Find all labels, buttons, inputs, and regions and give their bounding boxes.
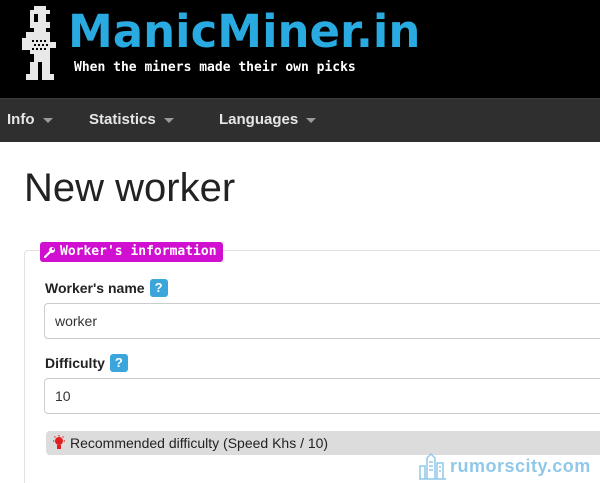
caret-down-icon <box>306 117 317 123</box>
miner-pixel-icon[interactable] <box>22 6 56 84</box>
worker-name-help-button[interactable]: ? <box>149 279 168 297</box>
caret-down-icon <box>163 117 174 123</box>
fieldset-legend: Worker's information <box>40 242 223 262</box>
fieldset-legend-label: Worker's information <box>60 244 217 259</box>
site-header: ManicMiner.in When the miners made their… <box>0 0 600 98</box>
nav-item-label: Info <box>7 111 35 128</box>
worker-name-input[interactable] <box>44 303 600 339</box>
difficulty-help-button[interactable]: ? <box>109 354 128 372</box>
site-title[interactable]: ManicMiner.in <box>68 4 420 60</box>
worker-name-label: Worker's name? <box>45 279 168 297</box>
worker-name-label-text: Worker's name <box>45 280 145 296</box>
difficulty-input[interactable] <box>44 378 600 414</box>
lightbulb-icon <box>53 434 65 449</box>
page-title: New worker <box>24 166 236 210</box>
nav-item-label: Statistics <box>89 111 156 128</box>
main-navbar: Info Statistics Languages <box>0 98 600 142</box>
difficulty-label: Difficulty? <box>45 354 128 372</box>
difficulty-label-text: Difficulty <box>45 355 105 371</box>
city-skyline-icon <box>419 452 446 480</box>
nav-item-label: Languages <box>219 111 299 128</box>
watermark-text: rumorscity.com <box>450 456 591 476</box>
recommended-difficulty-hint: Recommended difficulty (Speed Khs / 10) <box>46 431 600 455</box>
nav-item-info[interactable]: Info <box>7 99 53 143</box>
nav-item-statistics[interactable]: Statistics <box>89 99 174 143</box>
site-tagline: When the miners made their own picks <box>74 60 356 75</box>
caret-down-icon <box>42 117 53 123</box>
recommended-difficulty-text: Recommended difficulty (Speed Khs / 10) <box>70 435 329 451</box>
nav-item-languages[interactable]: Languages <box>219 99 317 143</box>
wrench-icon <box>44 246 55 258</box>
